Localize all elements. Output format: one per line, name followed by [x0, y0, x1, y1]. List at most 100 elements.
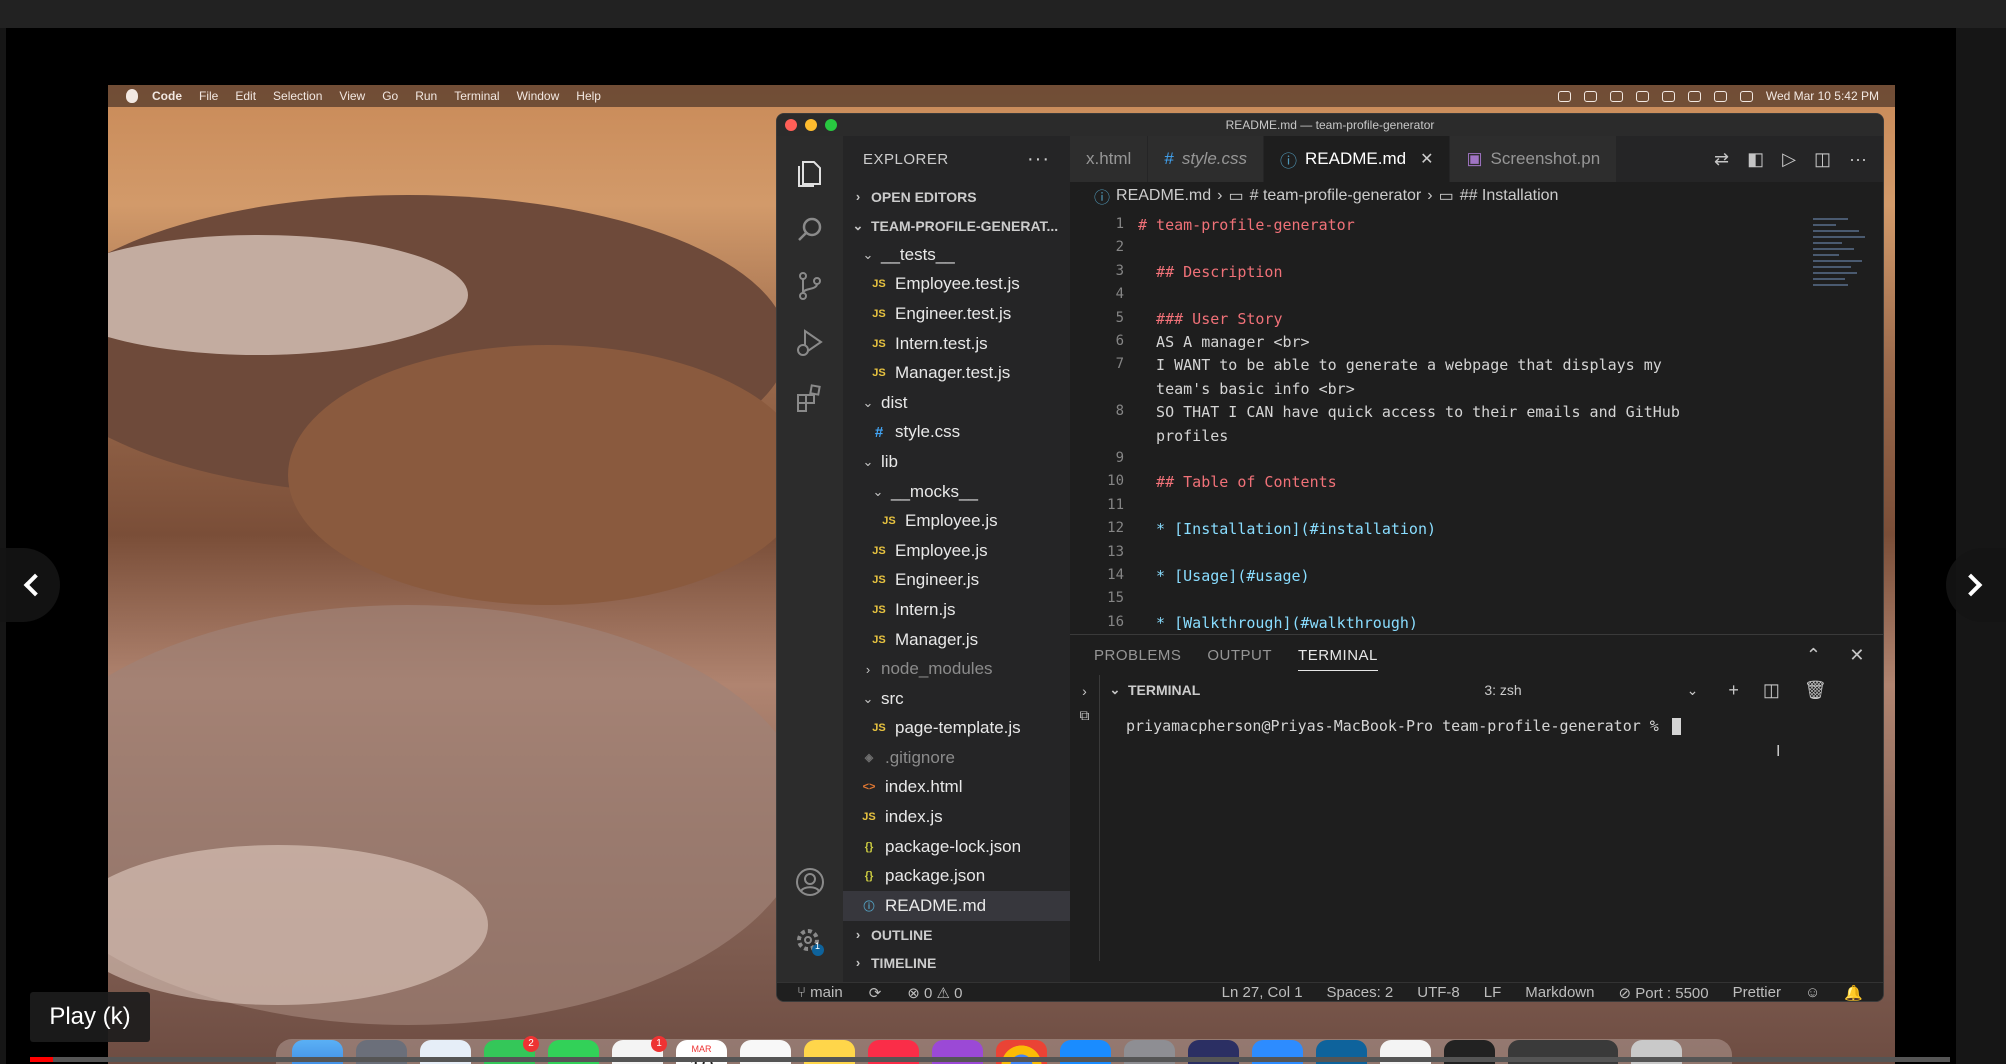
indentation[interactable]: Spaces: 2: [1327, 984, 1394, 1001]
notifications-icon[interactable]: 🔔: [1844, 984, 1863, 1001]
trash-icon[interactable]: 🗑: [1804, 680, 1827, 701]
spotlight-icon[interactable]: [1687, 90, 1701, 102]
menu-window[interactable]: Window: [517, 89, 560, 103]
tree-item[interactable]: JS Manager.js: [843, 625, 1070, 655]
tree-item[interactable]: JS Manager.test.js: [843, 358, 1070, 388]
tree-item[interactable]: ⓘ README.md: [843, 891, 1070, 921]
tree-item-label: dist: [881, 392, 908, 412]
siri-icon[interactable]: [1739, 90, 1753, 102]
tree-item[interactable]: ◈ .gitignore: [843, 743, 1070, 773]
tree-item[interactable]: JS Engineer.test.js: [843, 299, 1070, 329]
tree-item[interactable]: # style.css: [843, 418, 1070, 448]
calendar-icon[interactable]: [1609, 90, 1623, 102]
tree-item[interactable]: JS Employee.js: [843, 506, 1070, 536]
line-ending[interactable]: LF: [1484, 984, 1502, 1001]
encoding[interactable]: UTF-8: [1417, 984, 1460, 1001]
run-icon[interactable]: ▷: [1782, 149, 1796, 170]
sync-icon[interactable]: ⟳: [869, 984, 882, 1001]
menu-run[interactable]: Run: [415, 89, 437, 103]
menu-terminal[interactable]: Terminal: [454, 89, 499, 103]
tab-terminal[interactable]: TERMINAL: [1298, 640, 1378, 671]
breadcrumb-item[interactable]: README.md: [1116, 187, 1211, 205]
menu-file[interactable]: File: [199, 89, 218, 103]
tree-item[interactable]: JS page-template.js: [843, 714, 1070, 744]
outline-section[interactable]: › OUTLINE: [843, 920, 1070, 949]
menu-edit[interactable]: Edit: [235, 89, 256, 103]
close-tab-icon[interactable]: ✕: [1420, 149, 1433, 169]
breadcrumb-item[interactable]: # team-profile-generator: [1250, 187, 1422, 205]
tab-readme[interactable]: ⓘ README.md ✕: [1264, 136, 1451, 182]
maximize-panel-icon[interactable]: ⌃: [1806, 645, 1822, 666]
split-terminal-icon[interactable]: ◫: [1763, 680, 1780, 701]
shell-select[interactable]: 3: zsh ⌄: [1484, 682, 1704, 699]
tree-item[interactable]: JS Intern.js: [843, 595, 1070, 625]
menu-go[interactable]: Go: [382, 89, 398, 103]
tab-problems[interactable]: PROBLEMS: [1094, 647, 1181, 664]
new-terminal-icon[interactable]: +: [1728, 680, 1739, 701]
extensions-icon[interactable]: [794, 382, 826, 414]
tree-item[interactable]: JS Employee.test.js: [843, 270, 1070, 300]
battery-icon[interactable]: [1635, 90, 1649, 102]
minimap[interactable]: [1813, 218, 1871, 328]
open-editors-section[interactable]: › OPEN EDITORS: [843, 182, 1070, 211]
port-icon: ⊘: [1618, 985, 1636, 1002]
tree-item[interactable]: JS index.js: [843, 802, 1070, 832]
account-icon[interactable]: [794, 866, 826, 898]
run-debug-icon[interactable]: [794, 326, 826, 358]
progress-bar[interactable]: [30, 1057, 1950, 1062]
code-editor[interactable]: 1 # team-profile-generator 2 3 ## Descripti…: [1070, 210, 1883, 634]
menu-view[interactable]: View: [339, 89, 365, 103]
tree-item[interactable]: JS Engineer.js: [843, 566, 1070, 596]
tree-item[interactable]: ⌄ __tests__: [843, 240, 1070, 270]
tab-screenshot[interactable]: ▣ Screenshot.pn: [1450, 136, 1618, 182]
tree-item[interactable]: JS Intern.test.js: [843, 329, 1070, 359]
cursor-position[interactable]: Ln 27, Col 1: [1222, 984, 1303, 1001]
tree-item[interactable]: ⌄ src: [843, 684, 1070, 714]
feedback-icon[interactable]: ☺: [1805, 984, 1820, 1001]
menu-clock[interactable]: Wed Mar 10 5:42 PM: [1766, 89, 1879, 103]
tab-index-html[interactable]: x.html: [1070, 136, 1149, 182]
tree-item[interactable]: {} package-lock.json: [843, 832, 1070, 862]
menu-help[interactable]: Help: [576, 89, 601, 103]
tab-style-css[interactable]: # style.css: [1148, 136, 1264, 182]
more-actions-icon[interactable]: ···: [1027, 148, 1050, 171]
search-icon[interactable]: [794, 214, 826, 246]
more-actions-icon[interactable]: ···: [1849, 149, 1867, 170]
branch-indicator[interactable]: ⑂ main: [797, 984, 843, 1001]
tree-item[interactable]: {} package.json: [843, 861, 1070, 891]
close-panel-icon[interactable]: ✕: [1849, 645, 1865, 666]
video-frame[interactable]: Code File Edit Selection View Go Run Ter…: [6, 28, 1956, 1064]
tree-item[interactable]: ⌄ dist: [843, 388, 1070, 418]
video-player[interactable]: Code File Edit Selection View Go Run Ter…: [0, 0, 2006, 1064]
tab-output[interactable]: OUTPUT: [1207, 647, 1272, 664]
wifi-icon[interactable]: [1661, 90, 1675, 102]
apple-icon[interactable]: [126, 89, 138, 103]
record-icon[interactable]: [1557, 90, 1571, 102]
live-server-port[interactable]: ⊘ Port : 5500: [1618, 984, 1708, 1002]
prettier-status[interactable]: Prettier: [1733, 984, 1781, 1001]
tree-item[interactable]: <> index.html: [843, 773, 1070, 803]
compare-icon[interactable]: ⇄: [1714, 149, 1729, 170]
menu-code[interactable]: Code: [152, 89, 182, 103]
terminal-icon[interactable]: ⧉: [1070, 707, 1099, 724]
control-center-icon[interactable]: [1713, 90, 1727, 102]
breadcrumb-item[interactable]: ## Installation: [1460, 187, 1559, 205]
manage-gear-icon[interactable]: 1: [794, 926, 826, 958]
source-control-icon[interactable]: [794, 270, 826, 302]
terminal-prompt[interactable]: priyamacpherson@Priyas-MacBook-Pro team-…: [1126, 717, 1681, 735]
line-number: 14: [1107, 567, 1124, 583]
chevron-right-icon[interactable]: ›: [1070, 683, 1099, 699]
camera-icon[interactable]: [1583, 90, 1597, 102]
menu-selection[interactable]: Selection: [273, 89, 322, 103]
tree-item[interactable]: ⌄ __mocks__: [843, 477, 1070, 507]
explorer-icon[interactable]: [794, 158, 826, 190]
tree-item[interactable]: › node_modules: [843, 654, 1070, 684]
open-preview-icon[interactable]: ◧: [1747, 149, 1764, 170]
project-section[interactable]: ⌄ TEAM-PROFILE-GENERAT...: [843, 211, 1070, 240]
language-mode[interactable]: Markdown: [1525, 984, 1594, 1001]
problems-indicator[interactable]: ⊗ 0 ⚠ 0: [907, 984, 962, 1001]
tree-item[interactable]: ⌄ lib: [843, 447, 1070, 477]
tree-item[interactable]: JS Employee.js: [843, 536, 1070, 566]
timeline-section[interactable]: › TIMELINE: [843, 948, 1070, 977]
split-editor-icon[interactable]: ◫: [1814, 149, 1831, 170]
